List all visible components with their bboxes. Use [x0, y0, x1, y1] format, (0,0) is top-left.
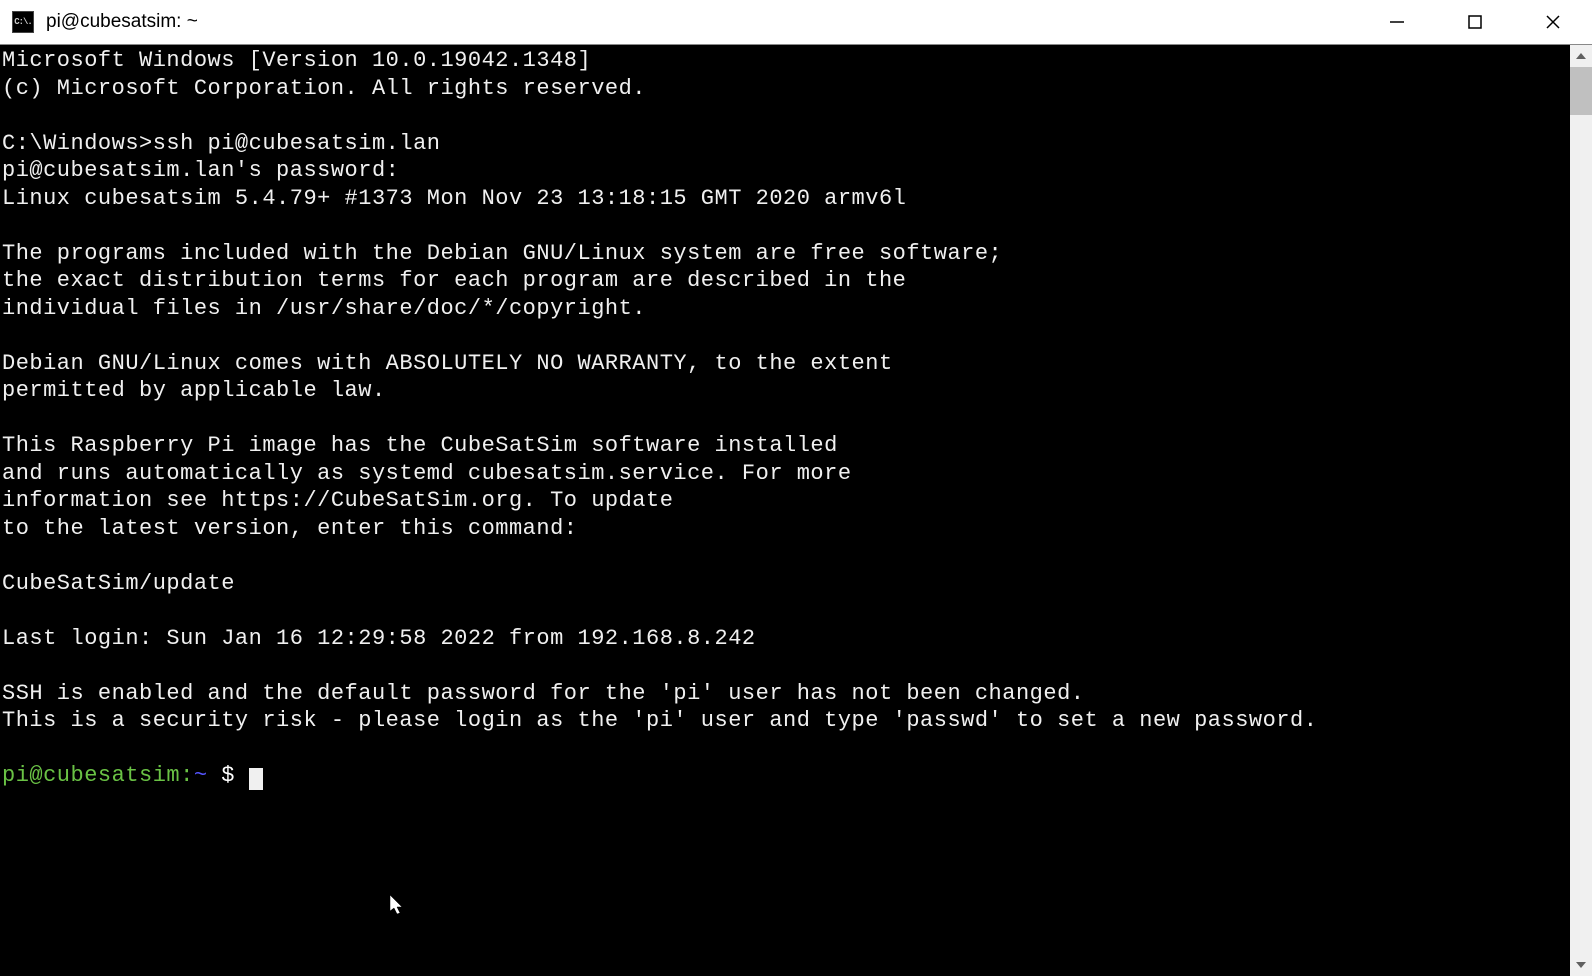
- terminal-line: This Raspberry Pi image has the CubeSatS…: [2, 433, 838, 458]
- prompt-user-host: pi@cubesatsim:: [2, 763, 194, 788]
- terminal-container: Microsoft Windows [Version 10.0.19042.13…: [0, 45, 1592, 976]
- terminal-line: pi@cubesatsim.lan's password:: [2, 158, 399, 183]
- scrollbar-track[interactable]: [1570, 67, 1592, 954]
- window-controls: [1358, 0, 1592, 44]
- prompt-symbol: $: [208, 763, 249, 788]
- prompt-path: ~: [194, 763, 208, 788]
- terminal-line: The programs included with the Debian GN…: [2, 241, 1002, 266]
- scroll-up-button[interactable]: [1570, 45, 1592, 67]
- scroll-down-button[interactable]: [1570, 954, 1592, 976]
- vertical-scrollbar[interactable]: [1570, 45, 1592, 976]
- window-title: pi@cubesatsim: ~: [46, 11, 198, 33]
- terminal-line: the exact distribution terms for each pr…: [2, 268, 906, 293]
- terminal-line: Microsoft Windows [Version 10.0.19042.13…: [2, 48, 591, 73]
- terminal-line: (c) Microsoft Corporation. All rights re…: [2, 76, 646, 101]
- terminal-line: C:\Windows>ssh pi@cubesatsim.lan: [2, 131, 440, 156]
- minimize-button[interactable]: [1358, 0, 1436, 44]
- maximize-button[interactable]: [1436, 0, 1514, 44]
- terminal-line: Linux cubesatsim 5.4.79+ #1373 Mon Nov 2…: [2, 186, 906, 211]
- terminal-cursor: [249, 768, 263, 790]
- terminal-line: Debian GNU/Linux comes with ABSOLUTELY N…: [2, 351, 893, 376]
- terminal-line: information see https://CubeSatSim.org. …: [2, 488, 673, 513]
- cmd-icon: C:\.: [12, 11, 34, 33]
- terminal-line: individual files in /usr/share/doc/*/cop…: [2, 296, 646, 321]
- scrollbar-thumb[interactable]: [1570, 67, 1592, 115]
- close-button[interactable]: [1514, 0, 1592, 44]
- terminal-line: CubeSatSim/update: [2, 571, 235, 596]
- terminal-line: SSH is enabled and the default password …: [2, 681, 1084, 706]
- terminal-line: Last login: Sun Jan 16 12:29:58 2022 fro…: [2, 626, 756, 651]
- terminal-line: to the latest version, enter this comman…: [2, 516, 578, 541]
- terminal-line: and runs automatically as systemd cubesa…: [2, 461, 852, 486]
- window-titlebar: C:\. pi@cubesatsim: ~: [0, 0, 1592, 45]
- terminal-line: This is a security risk - please login a…: [2, 708, 1317, 733]
- terminal-line: permitted by applicable law.: [2, 378, 386, 403]
- terminal-output[interactable]: Microsoft Windows [Version 10.0.19042.13…: [0, 45, 1570, 976]
